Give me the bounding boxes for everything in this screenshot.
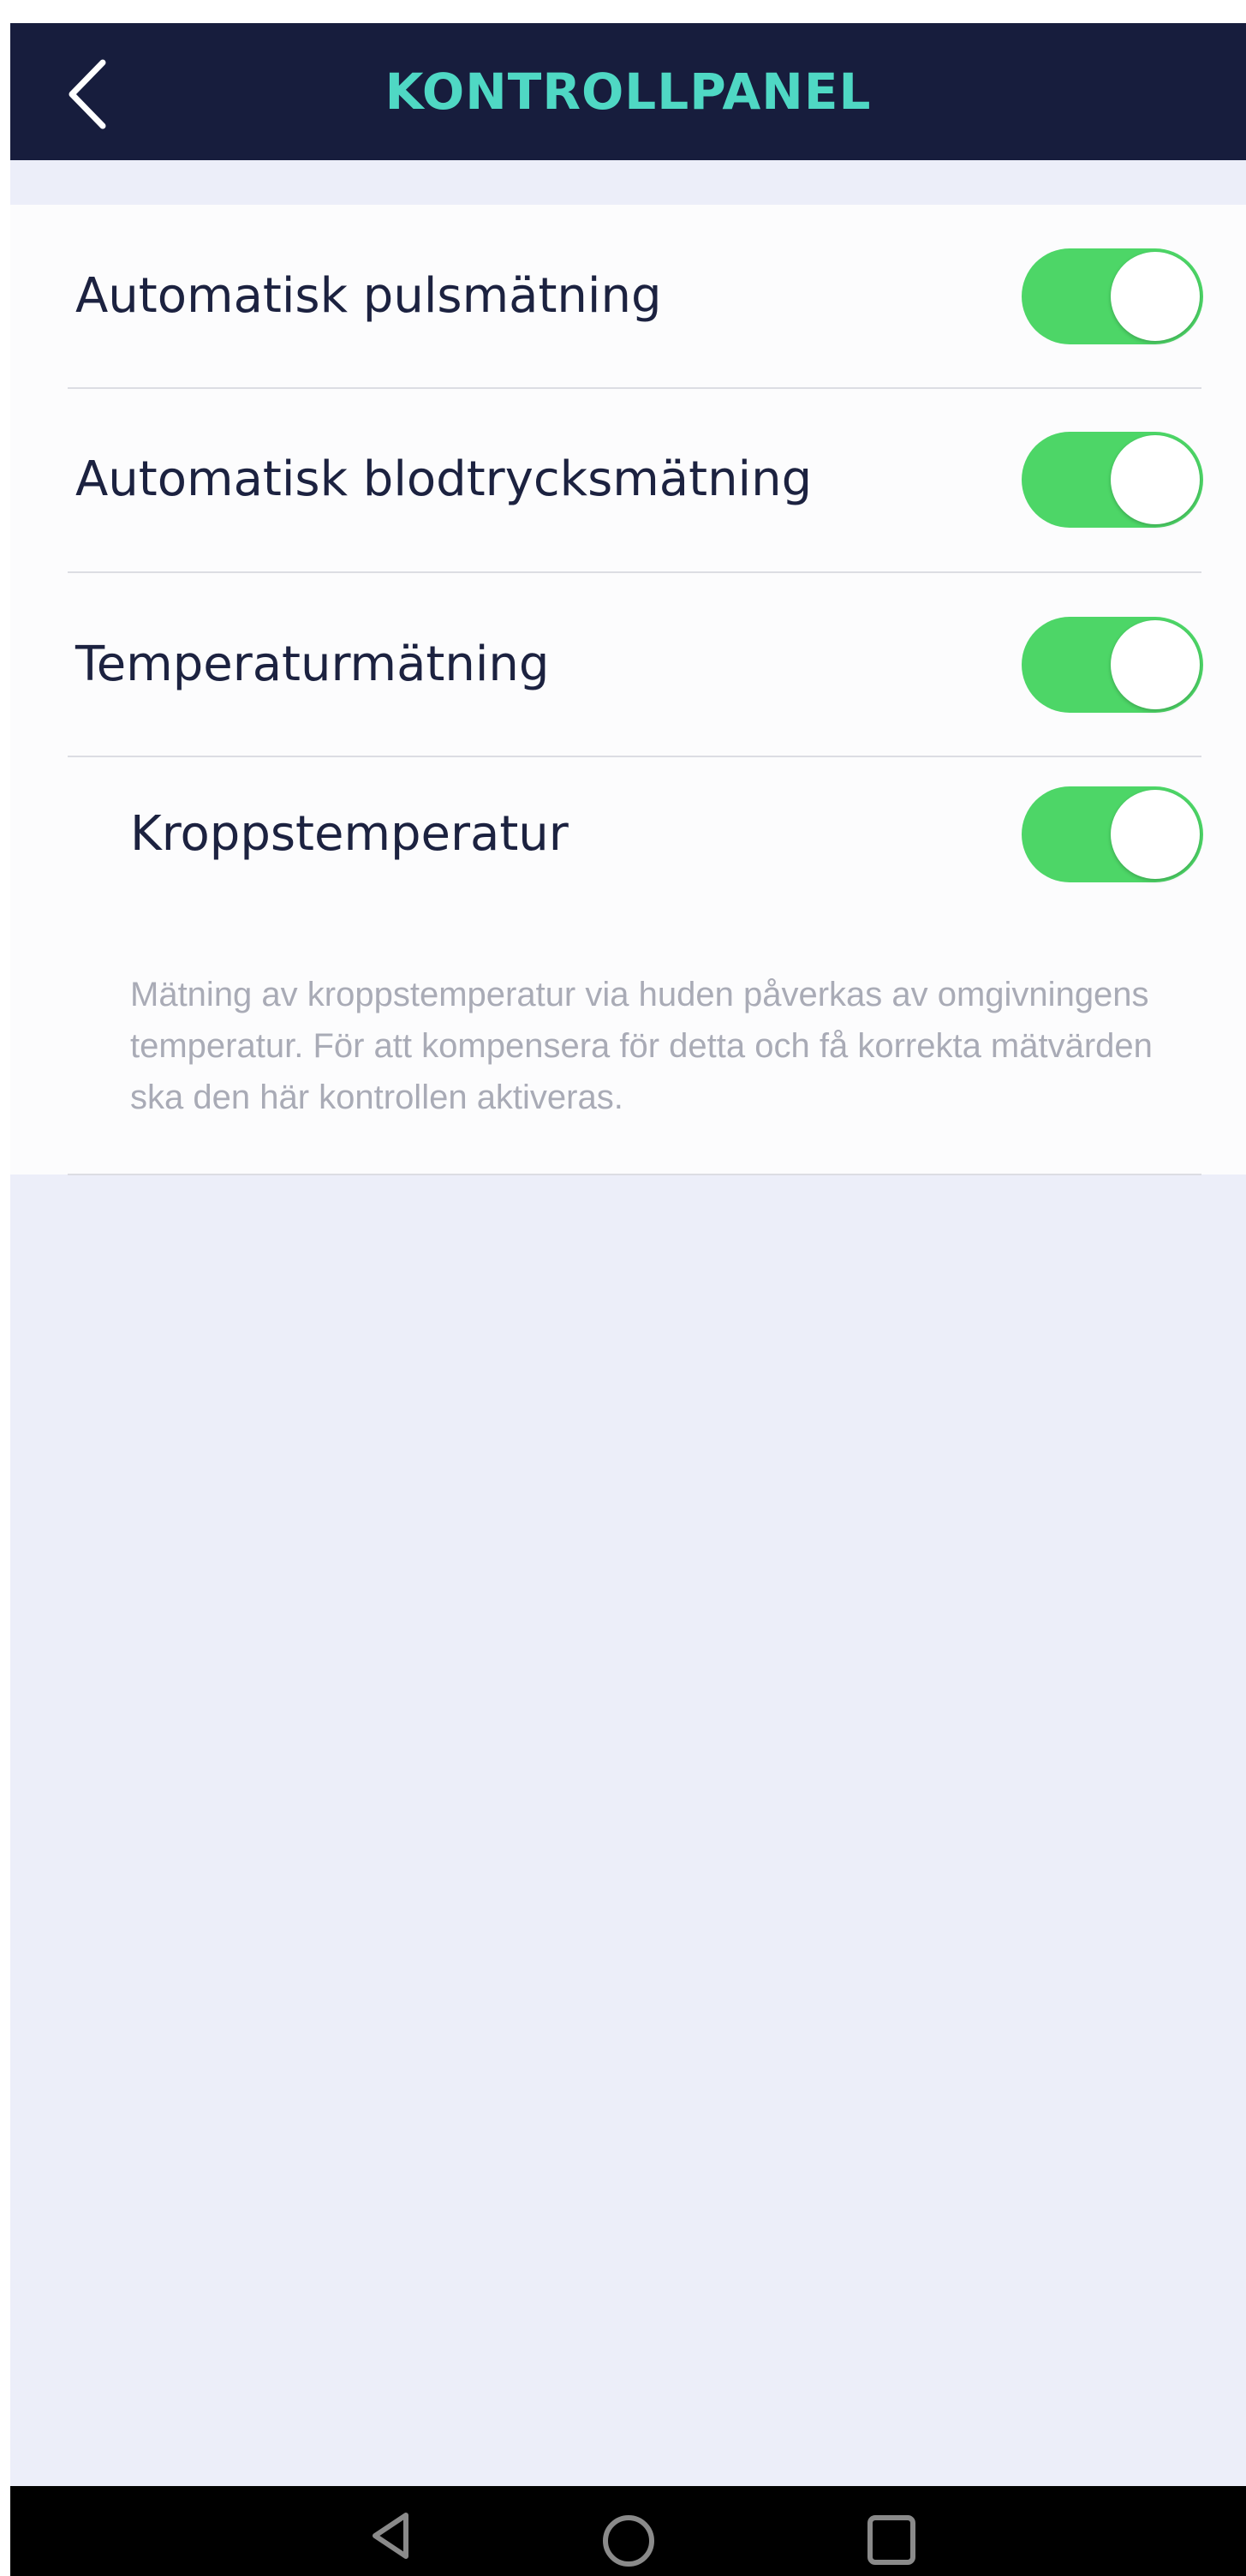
setting-label-body-temperature: Kroppstemperatur: [130, 806, 569, 862]
circle-home-icon: [577, 2486, 680, 2576]
chevron-left-icon: [62, 56, 113, 133]
back-button[interactable]: [62, 56, 139, 133]
setting-row-pulse: Automatisk pulsmätning: [10, 205, 1246, 388]
square-recents-icon: [840, 2486, 943, 2576]
setting-row-blood-pressure: Automatisk blodtrycksmätning: [10, 388, 1246, 571]
setting-label-temperature: Temperaturmätning: [75, 637, 550, 692]
setting-row-temperature: Temperaturmätning: [10, 573, 1246, 756]
blood-pressure-toggle[interactable]: [1022, 432, 1203, 528]
page-title: KONTROLLPANEL: [385, 63, 872, 121]
body-temperature-toggle[interactable]: [1022, 786, 1203, 882]
nav-recents-button[interactable]: [840, 2486, 943, 2576]
triangle-back-icon: [337, 2486, 440, 2576]
nav-back-button[interactable]: [337, 2486, 440, 2576]
setting-label-blood-pressure: Automatisk blodtrycksmätning: [75, 451, 813, 507]
app-screen: KONTROLLPANEL Automatisk pulsmätning Aut…: [10, 23, 1246, 2576]
divider: [68, 1174, 1201, 1175]
body-temperature-description: Mätning av kroppstemperatur via huden på…: [130, 976, 1153, 1116]
toggle-knob: [1111, 790, 1200, 879]
temperature-toggle[interactable]: [1022, 617, 1203, 713]
setting-label-pulse: Automatisk pulsmätning: [75, 268, 662, 324]
pulse-toggle[interactable]: [1022, 248, 1203, 344]
setting-row-body-temperature: Kroppstemperatur: [10, 757, 1246, 911]
nav-home-button[interactable]: [577, 2486, 680, 2576]
toggle-knob: [1111, 620, 1200, 709]
system-navigation-bar: [10, 2486, 1246, 2576]
toggle-knob: [1111, 252, 1200, 341]
toggle-knob: [1111, 435, 1200, 524]
app-header: KONTROLLPANEL: [10, 23, 1246, 160]
